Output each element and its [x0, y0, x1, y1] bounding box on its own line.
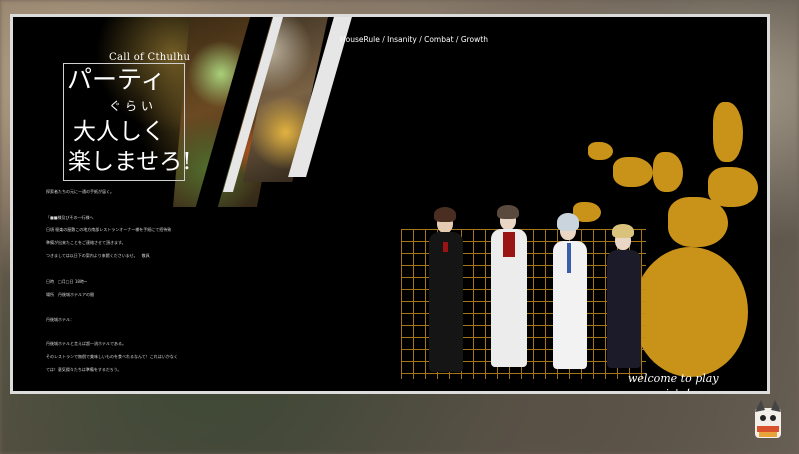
intro-text: 探索者たちの元に一通の手紙が届く。	[46, 189, 114, 194]
red-scarf	[503, 232, 515, 257]
red-tie	[443, 242, 448, 252]
character-1-hair	[434, 207, 456, 222]
hotel-heading: 丹後城ホテル：	[46, 317, 74, 322]
event-date: 日時 □月□日 18時~	[46, 279, 88, 284]
gold-splatter	[653, 152, 683, 192]
rule-tags: HouseRule / Insanity / Combat / Growth	[340, 35, 488, 44]
hotel-text: ては！意気揚々たちは準備をするだろう。	[46, 367, 122, 372]
event-place: 場所 丹後城ホテルアの間	[46, 292, 94, 297]
character-4-hair	[612, 224, 634, 238]
intro-text: 「■■様及びその一行様へ	[46, 215, 94, 220]
gold-splatter	[613, 157, 653, 187]
welcome-text: welcome to play scenario's！	[628, 372, 719, 394]
hotel-text: そのレストランで無償で美味しいものを食べれるなんて！これはいかなく	[46, 354, 178, 359]
intro-text: 日頃 極楽の屋敷この地方南部レストランオーナー様を手紙にて招待致	[46, 227, 172, 232]
title-line-4: 楽しませろ!	[68, 149, 192, 175]
gold-splatter	[588, 142, 613, 160]
scenario-card: Call of Cthulhu パーティ ぐらい 大人しく 楽しませろ! Hou…	[10, 14, 770, 394]
character-4-suit	[607, 250, 641, 368]
gold-rose	[633, 247, 748, 377]
blue-tie	[567, 243, 571, 273]
mascot-icon	[755, 400, 781, 438]
character-2-hair	[497, 205, 519, 219]
intro-text: つきましては以日下の案内より来館くださいませ。 敬具	[46, 253, 150, 258]
intro-text: 準備が出来たことをご連絡させて頂きます。	[46, 240, 126, 245]
gold-splatter	[708, 167, 758, 207]
title-line-3: 大人しく	[73, 119, 165, 145]
character-1-suit	[429, 232, 463, 372]
gold-splatter	[713, 102, 743, 162]
title-line-1: パーティ	[67, 65, 166, 94]
game-label: Call of Cthulhu	[109, 52, 191, 63]
hotel-text: 丹後城ホテルと言えば超一流ホテルである。	[46, 341, 126, 346]
character-3-hair	[557, 213, 579, 231]
